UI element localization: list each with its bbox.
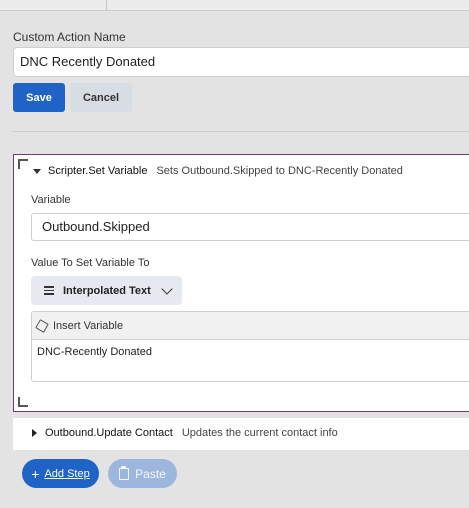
- variable-label: Variable: [31, 194, 71, 206]
- add-step-label: Add Step: [44, 467, 90, 480]
- value-text-editor[interactable]: Insert Variable DNC-Recently Donated: [31, 311, 469, 382]
- expand-triangle-icon[interactable]: [32, 429, 37, 437]
- value-text[interactable]: DNC-Recently Donated: [32, 340, 469, 364]
- step-name: Scripter.Set Variable: [48, 165, 148, 177]
- value-mode-label: Interpolated Text: [63, 284, 151, 297]
- drag-corner-bottom-icon: [18, 397, 28, 407]
- chevron-down-icon: [161, 282, 173, 295]
- drag-corner-top-icon: [18, 159, 28, 169]
- menu-lines-icon: [44, 284, 54, 297]
- value-label: Value To Set Variable To: [31, 257, 150, 269]
- custom-action-name-label: Custom Action Name: [13, 30, 126, 44]
- paste-button[interactable]: Paste: [108, 459, 177, 488]
- plus-icon: +: [31, 465, 40, 482]
- section-divider: [13, 131, 469, 132]
- step-description: Sets Outbound.Skipped to DNC-Recently Do…: [156, 165, 403, 177]
- value-mode-dropdown[interactable]: Interpolated Text: [31, 276, 182, 305]
- step-header[interactable]: Scripter.Set Variable Sets Outbound.Skip…: [33, 165, 403, 177]
- insert-variable-button[interactable]: Insert Variable: [32, 312, 469, 340]
- top-bar: [0, 0, 469, 11]
- custom-action-name-input[interactable]: DNC Recently Donated: [13, 47, 469, 77]
- step-header[interactable]: Outbound.Update Contact Updates the curr…: [32, 427, 338, 439]
- save-button[interactable]: Save: [13, 83, 65, 112]
- collapse-triangle-icon[interactable]: [33, 168, 41, 174]
- clipboard-icon: [119, 465, 130, 480]
- variable-input[interactable]: Outbound.Skipped: [31, 213, 469, 241]
- tab-separator: [106, 0, 107, 10]
- cancel-button[interactable]: Cancel: [70, 83, 132, 112]
- step-name: Outbound.Update Contact: [45, 427, 173, 439]
- insert-variable-label: Insert Variable: [53, 319, 124, 332]
- cube-icon: [35, 318, 49, 333]
- step-card-set-variable[interactable]: Scripter.Set Variable Sets Outbound.Skip…: [13, 154, 469, 412]
- paste-label: Paste: [135, 466, 166, 481]
- step-card-update-contact[interactable]: Outbound.Update Contact Updates the curr…: [13, 418, 469, 450]
- step-description: Updates the current contact info: [181, 427, 338, 439]
- add-step-button[interactable]: + Add Step: [22, 459, 99, 488]
